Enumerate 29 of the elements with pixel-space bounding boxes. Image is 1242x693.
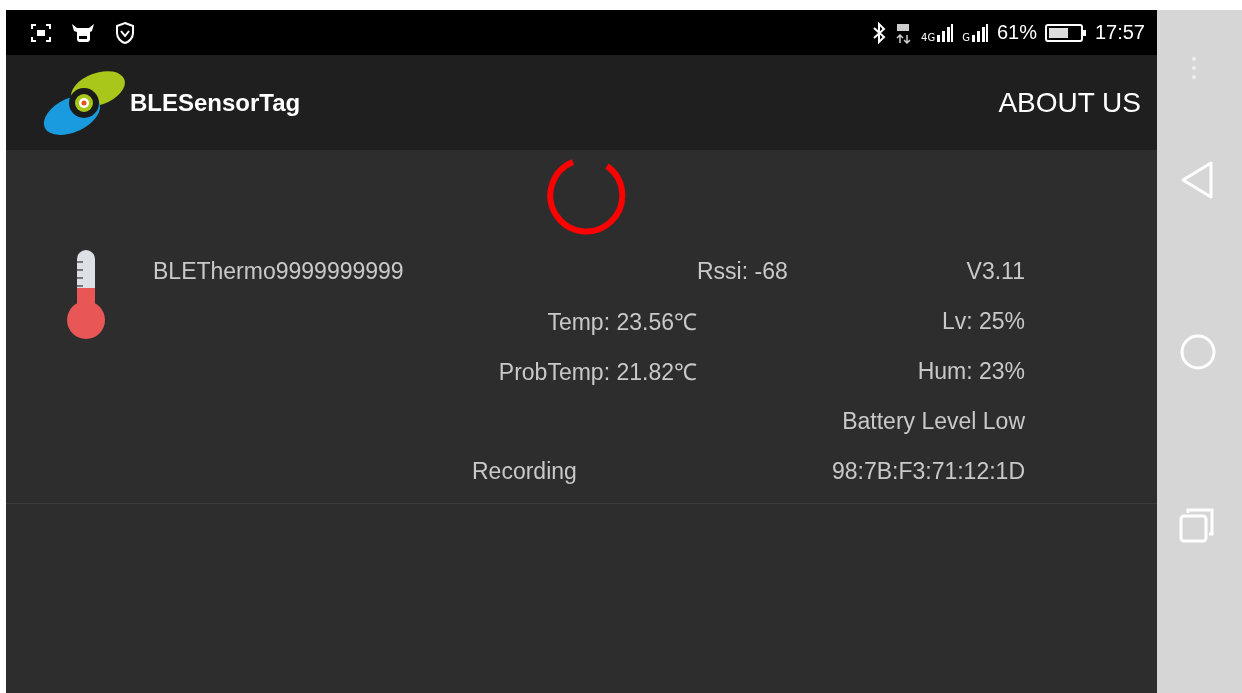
humidity-value: Hum: 23% (917, 357, 1025, 385)
rssi-value: Rssi: -68 (697, 257, 788, 285)
recents-icon[interactable] (1179, 507, 1215, 543)
network-type: G (962, 31, 970, 43)
back-icon[interactable] (1179, 160, 1215, 200)
device-name: BLEThermo9999999999 (153, 257, 404, 285)
shield-icon (114, 20, 136, 45)
thermometer-icon (64, 248, 107, 340)
recording-status: Recording (472, 457, 577, 485)
firmware-version: V3.11 (966, 257, 1025, 285)
device-address: 98:7B:F3:71:12:1D (831, 457, 1025, 485)
network-type: 4G (921, 31, 936, 43)
screenshot-icon (30, 22, 52, 43)
clock: 17:57 (1094, 21, 1145, 44)
battery-status: Battery Level Low (842, 407, 1025, 435)
bluetooth-icon (871, 21, 888, 44)
menu-dots-icon[interactable] (1190, 55, 1198, 81)
battery-percent: 61% (996, 21, 1037, 44)
probe-temperature-value: ProbTemp: 21.82℃ (498, 358, 697, 387)
data-arrows-icon (895, 21, 914, 44)
signal-icon (970, 22, 989, 43)
home-icon[interactable] (1179, 333, 1217, 371)
about-us-button[interactable]: ABOUT US (998, 82, 1141, 123)
temperature-value: Temp: 23.56℃ (547, 308, 697, 337)
battery-icon (1044, 22, 1087, 43)
signal-icon (936, 22, 955, 43)
level-value: Lv: 25% (941, 307, 1025, 335)
cow-icon (70, 21, 96, 44)
app-title: BLESensorTag (130, 88, 301, 117)
